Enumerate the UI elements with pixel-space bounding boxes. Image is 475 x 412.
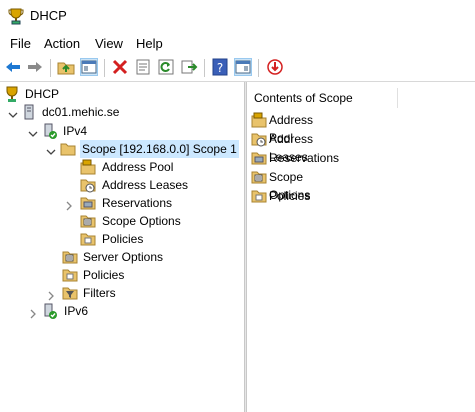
tree-node-filters[interactable]: Filters — [46, 284, 244, 302]
address-leases-icon — [80, 177, 96, 193]
tree-label: dc01.mehic.se — [42, 105, 120, 119]
console-tree: DHCP dc01.mehic.se IPv4 Scope [192.168.0… — [0, 82, 244, 412]
tree-node-policies[interactable]: Policies — [80, 230, 244, 248]
chevron-right-icon[interactable] — [28, 306, 38, 319]
folder-icon — [60, 141, 76, 157]
list-item-label: Policies — [269, 189, 311, 203]
svg-text:?: ? — [217, 61, 223, 75]
menu-action[interactable]: Action — [44, 36, 80, 51]
ipv4-server-check-icon — [42, 123, 58, 139]
tree-node-ipv4[interactable]: IPv4 — [28, 122, 244, 140]
column-header[interactable]: Contents of Scope — [247, 88, 398, 108]
menu-help[interactable]: Help — [136, 36, 163, 51]
back-icon[interactable] — [4, 58, 22, 76]
tree-label: Scope [192.168.0.0] Scope 1 — [80, 140, 239, 158]
tree-label: Filters — [83, 286, 116, 300]
chevron-down-icon[interactable] — [28, 126, 38, 137]
tree-node-server[interactable]: dc01.mehic.se — [8, 103, 244, 121]
menu-file[interactable]: File — [10, 36, 31, 51]
server-options-icon — [62, 249, 78, 265]
properties-icon[interactable] — [134, 58, 152, 76]
tree-label: Scope Options — [102, 214, 181, 228]
tree-label: IPv6 — [64, 304, 89, 318]
chevron-right-icon[interactable] — [64, 198, 74, 211]
menu-view[interactable]: View — [95, 36, 123, 51]
dhcp-trophy-icon — [8, 7, 24, 25]
tree-node-dhcp[interactable]: DHCP — [4, 85, 244, 103]
list-item-label: Reservations — [269, 151, 340, 165]
reservations-icon — [251, 150, 267, 166]
chevron-down-icon[interactable] — [8, 107, 18, 118]
toolbar-separator — [50, 59, 51, 77]
title-bar: DHCP — [0, 0, 475, 32]
toolbar-separator — [204, 59, 205, 77]
download-icon[interactable] — [266, 58, 284, 76]
reservations-icon — [80, 195, 96, 211]
menu-bar: File Action View Help — [0, 32, 475, 54]
scope-options-icon — [80, 213, 96, 229]
toolbar-separator — [104, 59, 105, 77]
tree-label: IPv4 — [63, 124, 88, 138]
refresh-icon[interactable] — [157, 58, 175, 76]
toolbar-separator — [258, 59, 259, 77]
tree-label: Policies — [102, 232, 144, 246]
policies-icon — [80, 231, 96, 247]
forward-icon[interactable] — [26, 58, 44, 76]
filters-icon — [62, 285, 78, 301]
address-pool-icon — [80, 159, 96, 175]
help-icon[interactable]: ? — [211, 58, 229, 76]
tree-node-scope[interactable]: Scope [192.168.0.0] Scope 1 — [46, 140, 244, 158]
show-hide-action-pane-icon[interactable] — [234, 58, 252, 76]
tree-node-scope-options[interactable]: Scope Options — [80, 212, 244, 230]
chevron-down-icon[interactable] — [46, 144, 56, 155]
policies-icon — [62, 267, 78, 283]
tree-label: Address Pool — [102, 160, 174, 174]
address-leases-icon — [251, 131, 267, 147]
scope-options-icon — [251, 169, 267, 185]
show-hide-tree-icon[interactable] — [80, 58, 98, 76]
toolbar: ? — [0, 55, 475, 82]
ipv6-server-check-icon — [42, 303, 58, 319]
tree-node-address-pool[interactable]: Address Pool — [80, 158, 244, 176]
up-folder-icon[interactable] — [57, 58, 75, 76]
tree-label: Address Leases — [102, 178, 189, 192]
tree-node-reservations[interactable]: Reservations — [64, 194, 244, 212]
contents-pane: Contents of Scope Address Pool Address L… — [247, 82, 475, 412]
server-icon — [21, 104, 37, 120]
tree-label: DHCP — [25, 87, 60, 101]
column-header-label: Contents of Scope — [254, 91, 353, 105]
tree-label: Server Options — [83, 250, 164, 264]
dhcp-trophy-icon — [4, 86, 20, 102]
tree-node-address-leases[interactable]: Address Leases — [80, 176, 244, 194]
tree-node-policies-ipv4[interactable]: Policies — [62, 266, 244, 284]
delete-icon[interactable] — [111, 58, 129, 76]
chevron-right-icon[interactable] — [46, 288, 56, 301]
address-pool-icon — [251, 112, 267, 128]
export-list-icon[interactable] — [180, 58, 198, 76]
tree-node-ipv6[interactable]: IPv6 — [28, 302, 244, 320]
window-title: DHCP — [30, 8, 67, 23]
tree-label: Reservations — [102, 196, 173, 210]
tree-label: Policies — [83, 268, 125, 282]
policies-icon — [251, 188, 267, 204]
tree-node-server-options[interactable]: Server Options — [62, 248, 244, 266]
